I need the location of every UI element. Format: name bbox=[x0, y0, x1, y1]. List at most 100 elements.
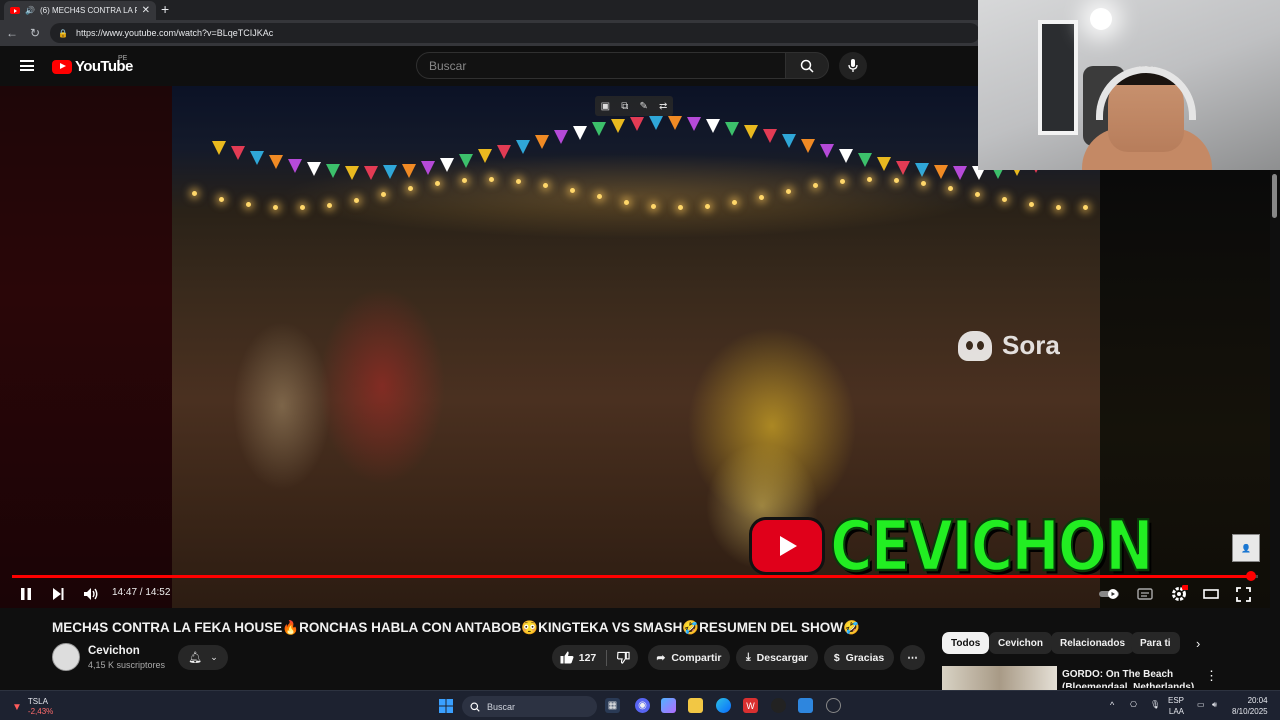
channel-name[interactable]: Cevichon bbox=[88, 645, 140, 657]
bell-icon: 🔔︎ bbox=[188, 652, 203, 664]
obs-icon[interactable] bbox=[826, 698, 841, 713]
recommended-thumbnail[interactable] bbox=[942, 666, 1057, 690]
reload-icon[interactable]: ↻ bbox=[30, 26, 40, 40]
page-scrollbar[interactable] bbox=[1270, 170, 1280, 690]
volume-button[interactable] bbox=[83, 584, 99, 604]
pause-icon bbox=[21, 588, 31, 600]
light bbox=[921, 180, 926, 186]
discord-icon[interactable]: ◉ bbox=[635, 698, 650, 713]
windows-taskbar: ▼ TSLA -2,43% Buscar ▦ ◉ W ^ ⎔ 🎙︎ ESP LA… bbox=[0, 690, 1280, 720]
chevron-right-icon[interactable]: › bbox=[1196, 636, 1200, 651]
chip-todos[interactable]: Todos bbox=[942, 632, 990, 654]
subscriber-count: 4,15 K suscriptores bbox=[88, 660, 166, 670]
volume-tray-icon[interactable]: 🔊︎ bbox=[1212, 699, 1217, 710]
skip-next-icon bbox=[53, 588, 64, 600]
screenshot-icon[interactable]: ⧉ bbox=[621, 101, 628, 112]
speaker-icon[interactable]: 🔊 bbox=[25, 6, 35, 15]
like-dislike-group: 127 bbox=[552, 645, 638, 670]
taskbar-search[interactable]: Buscar bbox=[462, 696, 597, 717]
settings-button[interactable] bbox=[1170, 584, 1188, 604]
sora-text: Sora bbox=[1002, 330, 1060, 360]
copilot-icon[interactable] bbox=[661, 698, 676, 713]
edge-icon[interactable] bbox=[716, 698, 731, 713]
subtitles-button[interactable] bbox=[1137, 584, 1153, 604]
flag bbox=[839, 148, 853, 163]
flag bbox=[630, 117, 644, 132]
menu-icon[interactable] bbox=[20, 60, 34, 71]
light bbox=[543, 182, 548, 188]
close-tab-icon[interactable]: ✕ bbox=[142, 5, 150, 16]
light bbox=[273, 204, 278, 210]
thanks-icon: $ bbox=[833, 651, 840, 664]
flag bbox=[459, 153, 473, 168]
chip-relacionados[interactable]: Relacionados bbox=[1051, 632, 1135, 654]
channel-watermark[interactable]: 👤 bbox=[1232, 534, 1260, 562]
stock-chart-icon: ▼ bbox=[12, 701, 22, 713]
stock-widget[interactable]: ▼ TSLA -2,43% bbox=[12, 697, 53, 717]
chip-para-ti[interactable]: Para ti bbox=[1131, 632, 1180, 654]
picture-in-picture-icon[interactable]: ▣ bbox=[601, 101, 610, 112]
voice-search-button[interactable] bbox=[839, 52, 867, 80]
new-tab-button[interactable]: + bbox=[161, 1, 169, 17]
light bbox=[597, 194, 602, 200]
tray-chevron-icon[interactable]: ^ bbox=[1110, 700, 1114, 711]
download-icon: ⤓ bbox=[745, 651, 751, 663]
network-icon[interactable]: ⎔ bbox=[1130, 699, 1137, 710]
clock[interactable]: 20:04 8/10/2025 bbox=[1232, 695, 1268, 717]
translate-icon[interactable]: ⇄ bbox=[659, 101, 667, 112]
channel-avatar[interactable] bbox=[52, 643, 80, 671]
url-field[interactable]: 🔒 https://www.youtube.com/watch?v=BLqeTC… bbox=[50, 23, 980, 43]
light bbox=[894, 177, 899, 183]
progress-bar[interactable] bbox=[12, 571, 1258, 581]
next-button[interactable] bbox=[51, 584, 65, 604]
language-indicator[interactable]: ESP LAA bbox=[1168, 695, 1184, 717]
youtube-logo[interactable]: YouTube PE bbox=[52, 55, 133, 75]
search-button[interactable] bbox=[785, 52, 829, 79]
back-icon[interactable]: ← bbox=[6, 26, 18, 40]
thanks-button[interactable]: $ Gracias bbox=[824, 645, 894, 670]
fullscreen-button[interactable] bbox=[1236, 584, 1251, 604]
edit-icon[interactable]: ✎ bbox=[639, 101, 647, 112]
light bbox=[1083, 204, 1088, 210]
theater-mode-button[interactable] bbox=[1203, 584, 1219, 604]
like-button[interactable]: 127 bbox=[560, 651, 597, 664]
pause-button[interactable] bbox=[19, 584, 33, 604]
video-overlay-tools[interactable]: ▣ ⧉ ✎ ⇄ bbox=[595, 96, 673, 116]
task-view-icon[interactable]: ▦ bbox=[605, 698, 620, 713]
chrome-icon[interactable] bbox=[771, 698, 786, 713]
more-actions-button[interactable]: ⋯ bbox=[900, 645, 925, 670]
language-top: ESP bbox=[1168, 696, 1185, 705]
light bbox=[462, 177, 467, 183]
download-button[interactable]: ⤓ Descargar bbox=[736, 645, 818, 670]
light bbox=[624, 199, 629, 205]
ceiling-lamp bbox=[1090, 8, 1112, 30]
folder-icon[interactable] bbox=[688, 698, 703, 713]
channel-brand-overlay: CEVICHON bbox=[752, 510, 1155, 582]
gear-icon bbox=[1172, 585, 1188, 601]
share-button[interactable]: ➦ Compartir bbox=[648, 645, 730, 670]
display-icon[interactable]: ▭ bbox=[1197, 699, 1205, 710]
like-count: 127 bbox=[578, 651, 597, 664]
notepad-icon[interactable] bbox=[798, 698, 813, 713]
chip-cevichon[interactable]: Cevichon bbox=[989, 632, 1053, 654]
scrollbar-thumb[interactable] bbox=[1272, 174, 1277, 218]
thumbs-down-icon[interactable] bbox=[617, 651, 630, 664]
webcam-overlay bbox=[978, 0, 1280, 170]
search-input[interactable]: Buscar bbox=[416, 52, 786, 79]
light bbox=[1002, 197, 1007, 203]
browser-tab[interactable]: 🔊 (6) MECH4S CONTRA LA FE… ✕ bbox=[4, 1, 156, 20]
more-vertical-icon[interactable]: ⋮ bbox=[1205, 668, 1218, 684]
microphone-tray-icon[interactable]: 🎙︎ bbox=[1150, 699, 1160, 710]
recommended-title[interactable]: GORDO: On The Beach (Bloemendaal, Nether… bbox=[1062, 668, 1212, 688]
more-horizontal-icon: ⋯ bbox=[907, 651, 918, 664]
site-info-icon[interactable]: 🔒 bbox=[58, 29, 68, 38]
windows-start-icon[interactable] bbox=[438, 698, 453, 713]
office-icon[interactable]: W bbox=[743, 698, 758, 713]
flag bbox=[744, 125, 758, 140]
progress-scrubber[interactable] bbox=[1245, 571, 1256, 581]
flag bbox=[345, 165, 359, 180]
autoplay-toggle[interactable] bbox=[1098, 584, 1122, 604]
tab-title: (6) MECH4S CONTRA LA FE… bbox=[39, 6, 137, 15]
light bbox=[813, 183, 818, 189]
notification-bell-button[interactable]: 🔔︎ ⌄ bbox=[178, 645, 228, 670]
